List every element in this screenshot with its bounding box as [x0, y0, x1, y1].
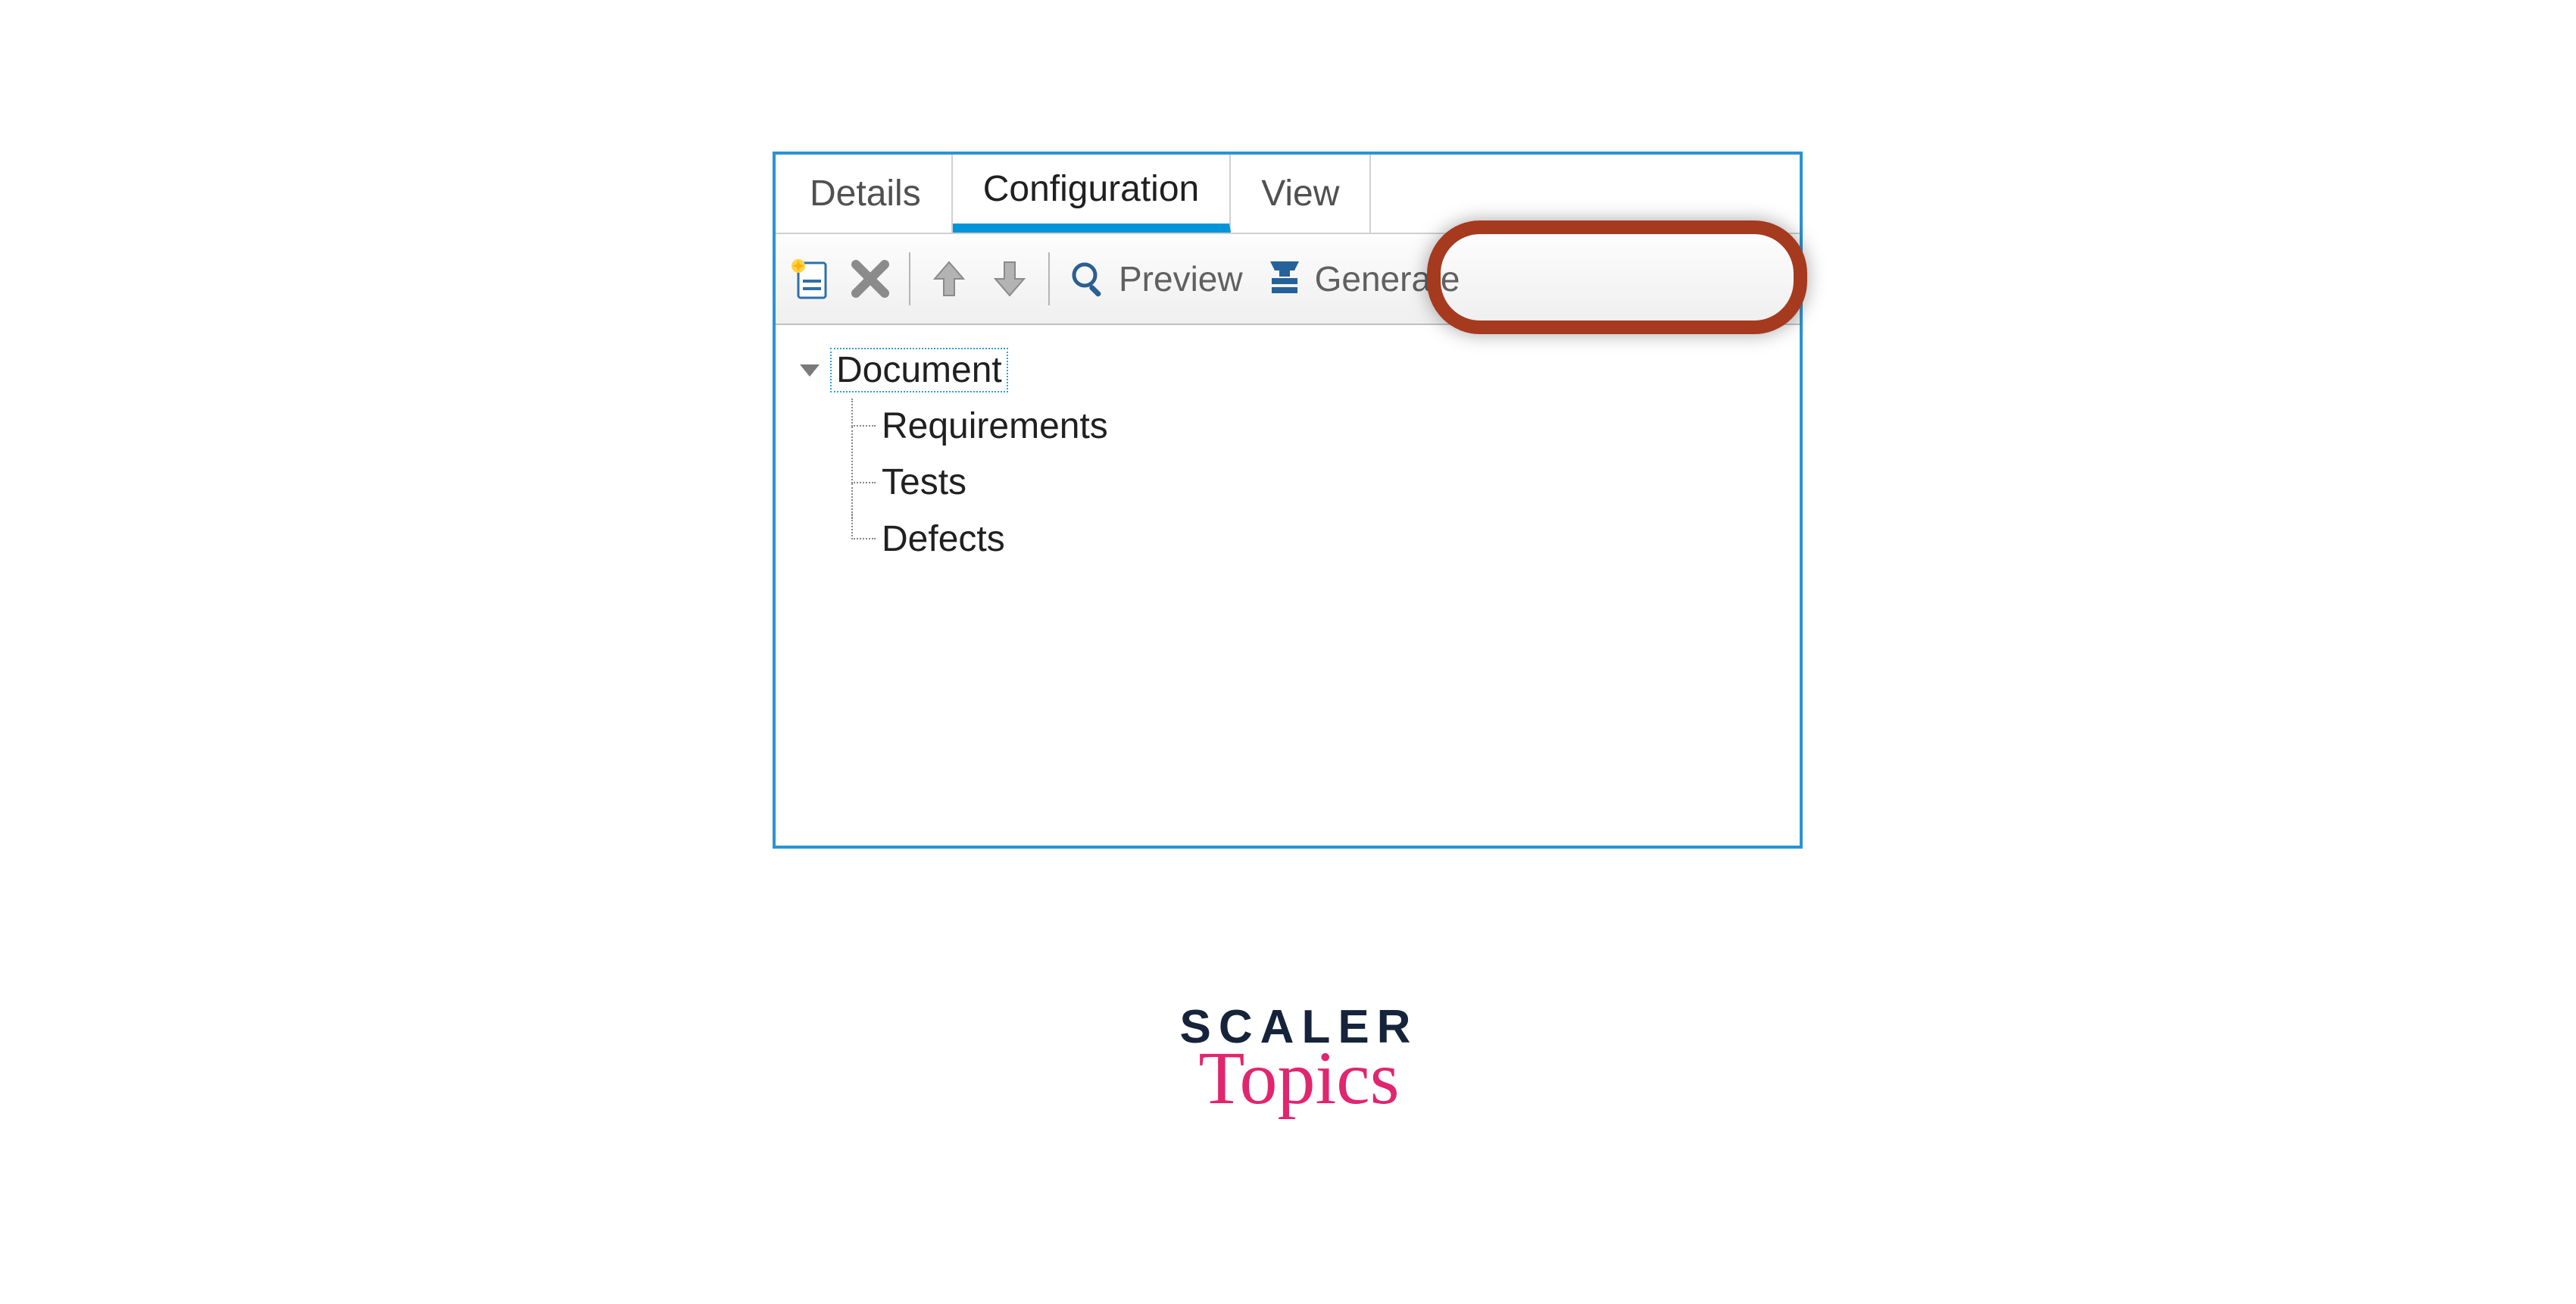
- new-document-icon: [789, 257, 830, 301]
- delete-x-icon: [851, 260, 889, 298]
- arrow-up-icon: [932, 259, 966, 299]
- tree-item-defects[interactable]: Defects: [851, 511, 1777, 568]
- generate-icon: [1266, 258, 1304, 299]
- preview-button[interactable]: Preview: [1062, 252, 1251, 305]
- tab-bar: Details Configuration View: [776, 155, 1800, 234]
- arrow-down-icon: [992, 259, 1027, 299]
- toolbar-separator: [1048, 252, 1050, 305]
- generate-label: Generate: [1315, 258, 1460, 299]
- toolbar-separator: [909, 252, 910, 305]
- delete-button[interactable]: [844, 252, 897, 305]
- move-down-button[interactable]: [983, 252, 1036, 305]
- tree-root[interactable]: Document: [798, 348, 1777, 392]
- tab-configuration[interactable]: Configuration: [953, 155, 1232, 233]
- toolbar: Preview Generate: [776, 234, 1800, 325]
- document-tree: Document Requirements Tests Defects: [776, 325, 1800, 846]
- highlight-annotation: [1427, 220, 1807, 334]
- new-button[interactable]: [783, 252, 836, 305]
- generate-button[interactable]: Generate: [1258, 252, 1468, 305]
- magnifier-icon: [1069, 260, 1107, 298]
- expand-collapse-icon[interactable]: [798, 361, 821, 380]
- tree-root-label: Document: [830, 348, 1008, 392]
- scaler-topics-logo: SCALER Topics: [1136, 1000, 1462, 1116]
- tree-item-tests[interactable]: Tests: [851, 455, 1777, 511]
- configuration-panel: Details Configuration View: [773, 152, 1803, 849]
- tab-details[interactable]: Details: [779, 155, 953, 233]
- preview-label: Preview: [1119, 258, 1243, 299]
- tree-item-requirements[interactable]: Requirements: [851, 399, 1777, 455]
- tab-view[interactable]: View: [1231, 155, 1371, 233]
- move-up-button[interactable]: [923, 252, 976, 305]
- tree-children: Requirements Tests Defects: [851, 399, 1777, 568]
